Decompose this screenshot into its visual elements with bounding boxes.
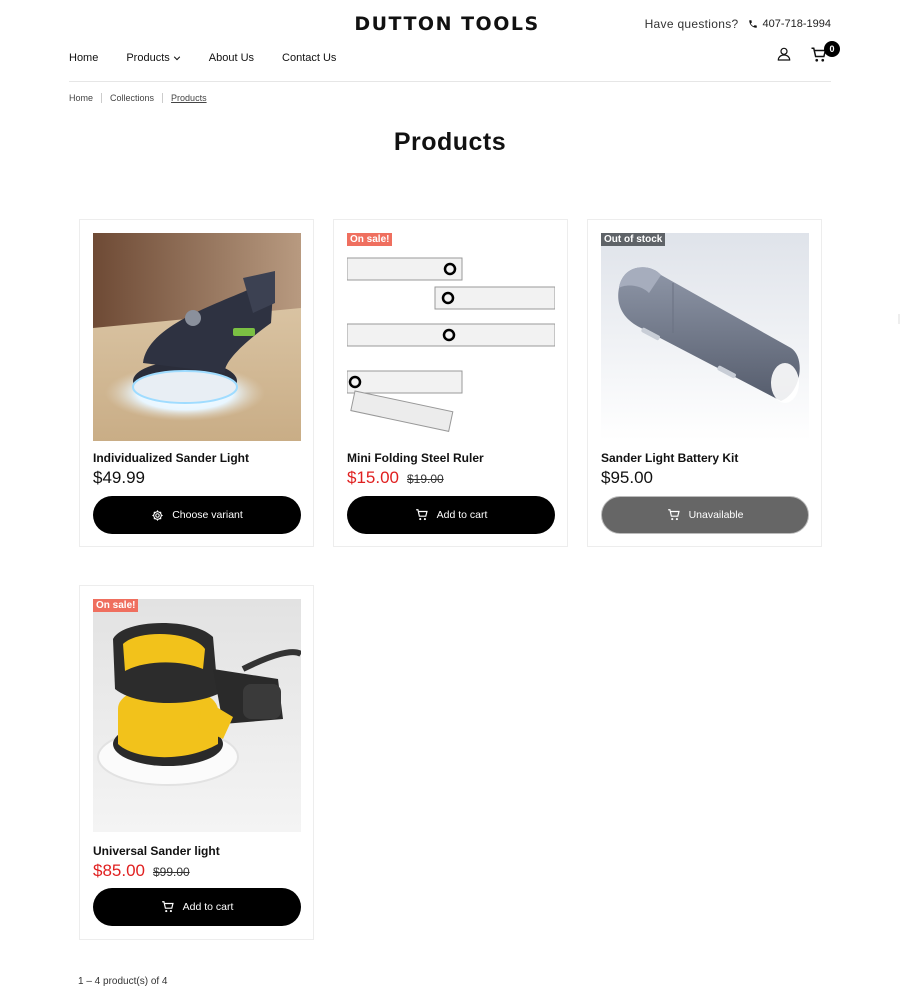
nav-products-label: Products bbox=[126, 52, 170, 64]
add-to-cart-button[interactable]: Add to cart bbox=[347, 496, 555, 534]
breadcrumb-collections[interactable]: Collections bbox=[110, 93, 154, 103]
price-row: $85.00 $99.00 bbox=[93, 861, 190, 881]
questions-label: Have questions? bbox=[644, 17, 739, 31]
button-label: Choose variant bbox=[172, 509, 243, 521]
out-of-stock-badge: Out of stock bbox=[601, 233, 666, 246]
product-name[interactable]: Individualized Sander Light bbox=[93, 451, 249, 465]
breadcrumb-separator bbox=[101, 93, 103, 103]
cart-icon bbox=[667, 509, 680, 521]
product-image[interactable]: On sale! bbox=[347, 233, 555, 441]
product-price: $95.00 bbox=[601, 468, 653, 487]
button-label: Add to cart bbox=[436, 509, 488, 521]
product-price: $49.99 bbox=[93, 468, 145, 487]
sale-badge: On sale! bbox=[93, 599, 139, 612]
chevron-down-icon bbox=[173, 56, 180, 61]
choose-variant-button[interactable]: Choose variant bbox=[93, 496, 301, 534]
account-icon[interactable] bbox=[776, 46, 792, 62]
gear-icon bbox=[152, 509, 163, 521]
price-row: $15.00 $19.00 bbox=[347, 468, 444, 488]
button-label: Add to cart bbox=[182, 901, 234, 913]
product-card: Out of stock Sander Light Battery Kit $9… bbox=[587, 219, 822, 547]
nav-about-label: About Us bbox=[208, 52, 255, 64]
product-compare-price: $99.00 bbox=[153, 865, 190, 879]
product-name[interactable]: Universal Sander light bbox=[93, 844, 220, 858]
product-card: On sale! Mini Folding Steel Ruler $15.00… bbox=[333, 219, 568, 547]
phone-icon bbox=[749, 20, 758, 28]
product-sale-price: $85.00 bbox=[93, 861, 145, 880]
product-image[interactable]: On sale! bbox=[93, 599, 301, 832]
breadcrumb-products[interactable]: Products bbox=[171, 93, 207, 103]
cart-icon bbox=[161, 901, 174, 913]
cart-icon bbox=[415, 509, 428, 521]
site-header: DUTTON TOOLS Have questions? 407-718-199… bbox=[0, 0, 900, 82]
nav-contact-label: Contact Us bbox=[282, 52, 337, 64]
page-title: Products bbox=[393, 128, 507, 156]
product-compare-price: $19.00 bbox=[407, 472, 444, 486]
product-name[interactable]: Mini Folding Steel Ruler bbox=[347, 451, 484, 465]
button-label: Unavailable bbox=[688, 509, 744, 521]
nav-about[interactable]: About Us bbox=[209, 52, 254, 64]
product-sale-price: $15.00 bbox=[347, 468, 399, 487]
product-name[interactable]: Sander Light Battery Kit bbox=[601, 451, 738, 465]
add-to-cart-button[interactable]: Add to cart bbox=[93, 888, 301, 926]
product-card: On sale! Universal Sander light $85.00 $… bbox=[79, 585, 314, 940]
product-card: Individualized Sander Light $49.99 Choos… bbox=[79, 219, 314, 547]
header-actions: 0 bbox=[776, 41, 840, 64]
sale-badge: On sale! bbox=[347, 233, 393, 246]
price-row: $49.99 bbox=[93, 468, 145, 488]
unavailable-button[interactable]: Unavailable bbox=[601, 496, 809, 534]
nav-products[interactable]: Products bbox=[126, 52, 180, 64]
cart-count-badge: 0 bbox=[824, 41, 840, 57]
phone-link[interactable]: 407-718-1994 bbox=[748, 18, 831, 30]
contact-info: Have questions? 407-718-1994 bbox=[645, 17, 831, 31]
breadcrumb-separator bbox=[162, 93, 164, 103]
site-logo[interactable]: DUTTON TOOLS bbox=[347, 12, 547, 36]
cart-button[interactable]: 0 bbox=[810, 41, 840, 64]
price-row: $95.00 bbox=[601, 468, 653, 488]
product-image[interactable]: Out of stock bbox=[601, 233, 809, 441]
pagination-summary: 1 – 4 product(s) of 4 bbox=[78, 976, 168, 987]
nav-contact[interactable]: Contact Us bbox=[282, 52, 336, 64]
nav-home[interactable]: Home bbox=[69, 52, 98, 64]
header-divider bbox=[69, 81, 831, 82]
nav-home-label: Home bbox=[69, 52, 99, 64]
product-image[interactable] bbox=[93, 233, 301, 441]
breadcrumb-home[interactable]: Home bbox=[69, 93, 93, 103]
phone-number: 407-718-1994 bbox=[762, 18, 831, 30]
main-nav: Home Products About Us Contact Us bbox=[69, 52, 364, 64]
breadcrumb: Home Collections Products bbox=[69, 93, 207, 103]
